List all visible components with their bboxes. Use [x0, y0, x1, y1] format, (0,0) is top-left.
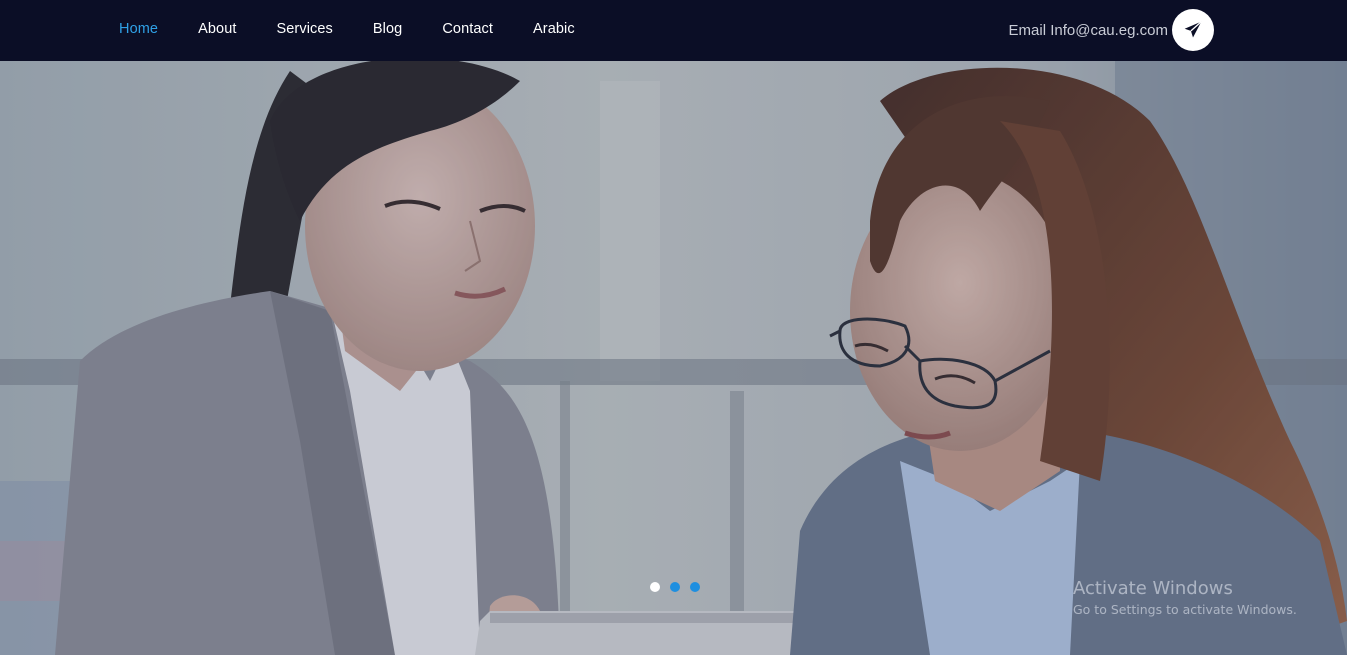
email-contact: Email Info@cau.eg.com	[1009, 9, 1214, 51]
top-navbar: Home About Services Blog Contact Arabic …	[0, 0, 1347, 61]
windows-activation-watermark: Activate Windows Go to Settings to activ…	[1073, 578, 1297, 620]
nav-blog-link[interactable]: Blog	[373, 21, 402, 37]
slide-dot-1[interactable]	[650, 582, 660, 592]
nav-about-link[interactable]: About	[198, 21, 236, 37]
nav-home-link[interactable]: Home	[119, 21, 158, 37]
hero-slider: Activate Windows Go to Settings to activ…	[0, 61, 1347, 655]
watermark-title: Activate Windows	[1073, 578, 1233, 599]
slide-dot-3[interactable]	[690, 582, 700, 592]
hero-overlay	[0, 61, 1347, 655]
nav-contact-link[interactable]: Contact	[442, 21, 493, 37]
paper-plane-icon	[1184, 21, 1202, 38]
nav-services-link[interactable]: Services	[277, 21, 333, 37]
main-nav: Home About Services Blog Contact Arabic	[119, 0, 615, 58]
slide-dot-2[interactable]	[670, 582, 680, 592]
page: Home About Services Blog Contact Arabic …	[0, 0, 1347, 655]
nav-arabic-link[interactable]: Arabic	[533, 21, 575, 37]
email-text[interactable]: Email Info@cau.eg.com	[1009, 22, 1168, 39]
slider-dots	[650, 582, 710, 592]
watermark-subtitle: Go to Settings to activate Windows.	[1073, 602, 1297, 617]
send-email-button[interactable]	[1172, 9, 1214, 51]
